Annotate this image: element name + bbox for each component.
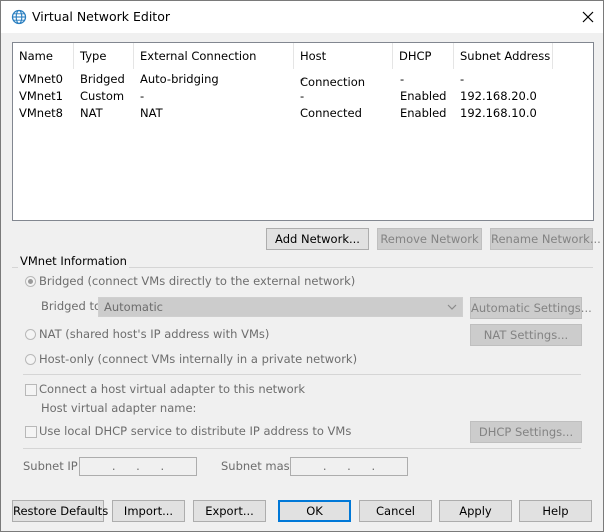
ok-button[interactable]: OK [278, 500, 351, 522]
automatic-settings-button[interactable]: Automatic Settings... [470, 297, 592, 319]
cell-name: VMnet1 [19, 89, 63, 103]
nat-settings-button[interactable]: NAT Settings... [470, 324, 582, 346]
subnet-mask-input[interactable]: . . . [290, 457, 408, 476]
dhcp-checkbox-box [25, 426, 37, 438]
column-header-name[interactable]: Name [13, 43, 74, 69]
title-bar: Virtual Network Editor [1, 1, 603, 33]
cell-host-connection: - [300, 72, 305, 86]
nat-radio-button [25, 329, 36, 340]
adapter-name-label: Host virtual adapter name: [41, 401, 197, 415]
hostonly-radio-button [25, 354, 36, 365]
nat-radio-label: NAT (shared host's IP address with VMs) [39, 327, 270, 341]
import-button[interactable]: Import... [112, 500, 185, 522]
column-header-dhcp[interactable]: DHCP [393, 43, 454, 69]
network-list[interactable]: Name Type External Connection Host Conne… [12, 42, 594, 221]
bridged-radio-label: Bridged (connect VMs directly to the ext… [39, 274, 356, 288]
window-title: Virtual Network Editor [32, 9, 170, 24]
globe-icon [11, 9, 27, 25]
remove-network-button[interactable]: Remove Network [377, 228, 482, 250]
cell-host-connection: Connected [300, 106, 362, 120]
column-header-type[interactable]: Type [74, 43, 134, 69]
bridged-to-select[interactable]: Automatic [98, 297, 463, 317]
virtual-network-editor-window: Virtual Network Editor Name Type Externa… [0, 0, 604, 532]
cell-type: Custom [80, 89, 125, 103]
cell-subnet-address: 192.168.20.0 [460, 89, 537, 103]
subnet-mask-label: Subnet mask: [221, 459, 301, 473]
rename-network-button[interactable]: Rename Network... [490, 228, 601, 250]
subnet-ip-label: Subnet IP: [23, 459, 82, 473]
cancel-button[interactable]: Cancel [359, 500, 432, 522]
close-icon [582, 11, 594, 23]
cell-subnet-address: 192.168.10.0 [460, 106, 537, 120]
separator [23, 374, 581, 375]
cell-dhcp: - [400, 72, 405, 86]
cell-type: Bridged [80, 72, 125, 86]
cell-subnet-address: - [460, 72, 465, 86]
bridged-to-label: Bridged to: [41, 299, 105, 313]
connect-adapter-label: Connect a host virtual adapter to this n… [39, 382, 306, 396]
cell-external-connection: NAT [140, 106, 163, 120]
add-network-button[interactable]: Add Network... [266, 228, 369, 250]
cell-external-connection: - [140, 89, 145, 103]
subnet-ip-input[interactable]: . . . [79, 457, 197, 476]
cell-name: VMnet0 [19, 72, 63, 86]
bridged-radio-button [25, 276, 36, 287]
vmnet-info-group-label: VMnet Information [18, 254, 129, 268]
column-header-subnet-address[interactable]: Subnet Address [454, 43, 553, 69]
separator [23, 448, 581, 449]
cell-dhcp: Enabled [400, 106, 447, 120]
dhcp-checkbox-label: Use local DHCP service to distribute IP … [39, 424, 352, 438]
dhcp-settings-button[interactable]: DHCP Settings... [470, 421, 582, 443]
connect-adapter-checkbox-box [25, 384, 37, 396]
cell-host-connection: - [300, 89, 305, 103]
bridged-to-value: Automatic [104, 300, 163, 314]
chevron-down-icon [447, 298, 457, 321]
apply-button[interactable]: Apply [439, 500, 512, 522]
hostonly-radio-label: Host-only (connect VMs internally in a p… [39, 352, 358, 366]
restore-defaults-button[interactable]: Restore Defaults [12, 500, 108, 522]
cell-external-connection: Auto-bridging [140, 72, 219, 86]
cell-name: VMnet8 [19, 106, 63, 120]
cell-dhcp: Enabled [400, 89, 447, 103]
close-button[interactable] [573, 3, 603, 31]
cell-type: NAT [80, 106, 103, 120]
column-header-host-connection[interactable]: Host Connection [294, 43, 393, 89]
help-button[interactable]: Help [519, 500, 592, 522]
column-header-external-connection[interactable]: External Connection [134, 43, 294, 69]
export-button[interactable]: Export... [193, 500, 266, 522]
